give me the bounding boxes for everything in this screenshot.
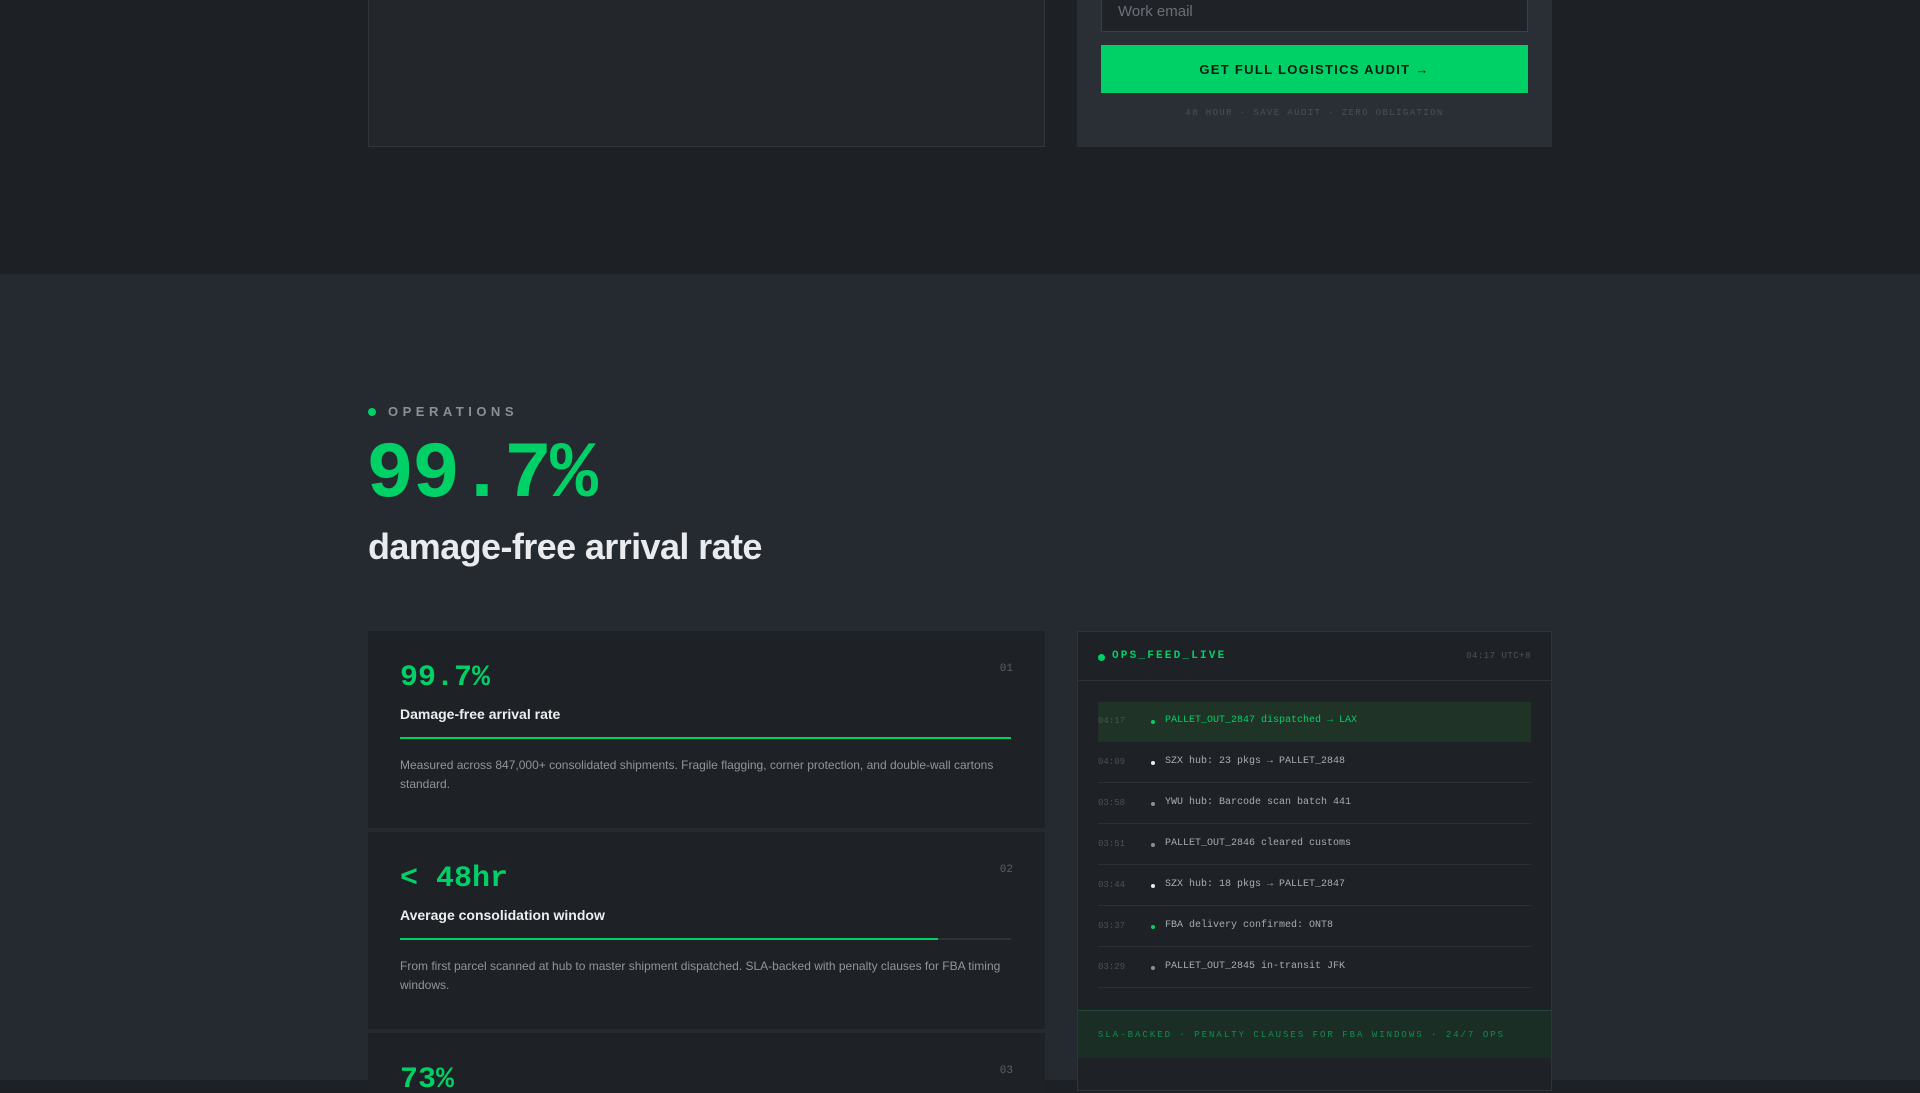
feed-row-time: 03:58: [1098, 798, 1126, 808]
live-dot-icon: [1098, 654, 1105, 661]
feed-title: OPS_FEED_LIVE: [1112, 650, 1227, 662]
feed-row-text: SZX hub: 23 pkgs → PALLET_2848: [1165, 756, 1346, 767]
hero-stat-caption: damage-free arrival rate: [368, 526, 762, 567]
metric-card: 99.7% 01 Damage-free arrival rate Measur…: [368, 631, 1045, 828]
form-fine-print: 48 HOUR · SAVE AUDIT · ZERO OBLIGATION: [1185, 108, 1444, 118]
feed-row: 03:58 YWU hub: Barcode scan batch 441: [1098, 784, 1531, 824]
metric-progress-track: [400, 938, 1011, 940]
feed-row-text: PALLET_OUT_2847 dispatched → LAX: [1165, 715, 1358, 726]
feed-row-text: YWU hub: Barcode scan batch 441: [1165, 797, 1352, 808]
feed-row: 04:17 PALLET_OUT_2847 dispatched → LAX: [1098, 702, 1531, 742]
metric-description: From first parcel scanned at hub to mast…: [400, 959, 1001, 992]
feed-row: 03:29 PALLET_OUT_2845 in-transit JFK: [1098, 948, 1531, 988]
feed-clock: 04:17 UTC+8: [1466, 651, 1531, 661]
feed-row: 03:51 PALLET_OUT_2846 cleared customs: [1098, 825, 1531, 865]
operations-section: OPERATIONS 99.7% damage-free arrival rat…: [0, 274, 1920, 1093]
section-eyebrow: OPERATIONS: [368, 404, 518, 419]
get-audit-button[interactable]: GET FULL LOGISTICS AUDIT →: [1101, 45, 1528, 93]
feed-row-time: 03:37: [1098, 921, 1126, 931]
feed-footer-text: SLA-BACKED · PENALTY CLAUSES FOR FBA WIN…: [1098, 1030, 1506, 1040]
metric-progress-fill: [400, 938, 938, 940]
feed-row-time: 03:44: [1098, 880, 1126, 890]
feed-bullet-icon: [1151, 966, 1155, 970]
status-dot-icon: [368, 407, 376, 416]
metric-index: 02: [999, 864, 1013, 876]
feed-row-text: PALLET_OUT_2846 cleared customs: [1165, 838, 1352, 849]
feed-row-text: FBA delivery confirmed: ONT8: [1165, 920, 1334, 931]
eyebrow-label: OPERATIONS: [388, 404, 518, 419]
hero-stat-value: 99.7%: [366, 430, 598, 521]
feed-bullet-icon: [1151, 884, 1155, 888]
feed-row-time: 03:51: [1098, 839, 1126, 849]
metric-index: 01: [999, 663, 1013, 675]
feed-bullet-icon: [1151, 720, 1155, 724]
feed-bullet-icon: [1151, 925, 1155, 929]
feed-row-time: 04:09: [1098, 757, 1126, 767]
metric-label: Average consolidation window: [400, 907, 605, 923]
preview-panel: [368, 0, 1045, 147]
feed-row: 03:37 FBA delivery confirmed: ONT8: [1098, 907, 1531, 947]
metric-progress-track: [400, 737, 1011, 739]
metric-description: Measured across 847,000+ consolidated sh…: [400, 758, 994, 791]
metric-value: 73%: [400, 1063, 455, 1093]
feed-bullet-icon: [1151, 761, 1155, 765]
feed-header: OPS_FEED_LIVE 04:17 UTC+8: [1078, 632, 1551, 681]
feed-row-time: 03:29: [1098, 962, 1126, 972]
metric-value: 99.7%: [400, 661, 491, 695]
audit-form: GET FULL LOGISTICS AUDIT → 48 HOUR · SAV…: [1077, 0, 1552, 147]
metric-index: 03: [999, 1065, 1013, 1077]
signup-section: GET FULL LOGISTICS AUDIT → 48 HOUR · SAV…: [0, 0, 1920, 274]
work-email-input[interactable]: [1101, 0, 1528, 32]
feed-bullet-icon: [1151, 843, 1155, 847]
ops-feed-panel: OPS_FEED_LIVE 04:17 UTC+8 04:17 PALLET_OU…: [1077, 631, 1552, 1091]
metric-label: Damage-free arrival rate: [400, 706, 561, 722]
feed-footer: SLA-BACKED · PENALTY CLAUSES FOR FBA WIN…: [1078, 1010, 1551, 1058]
metric-progress-fill: [400, 737, 1011, 739]
metric-card: 73% 03: [368, 1033, 1045, 1093]
feed-row-text: SZX hub: 18 pkgs → PALLET_2847: [1165, 879, 1346, 890]
feed-bullet-icon: [1151, 802, 1155, 806]
metric-value: < 48hr: [400, 862, 509, 896]
feed-row-text: PALLET_OUT_2845 in-transit JFK: [1165, 961, 1346, 972]
metric-card: < 48hr 02 Average consolidation window F…: [368, 832, 1045, 1029]
feed-row-time: 04:17: [1098, 716, 1126, 726]
feed-row: 03:44 SZX hub: 18 pkgs → PALLET_2847: [1098, 866, 1531, 906]
feed-row: 04:09 SZX hub: 23 pkgs → PALLET_2848: [1098, 743, 1531, 783]
